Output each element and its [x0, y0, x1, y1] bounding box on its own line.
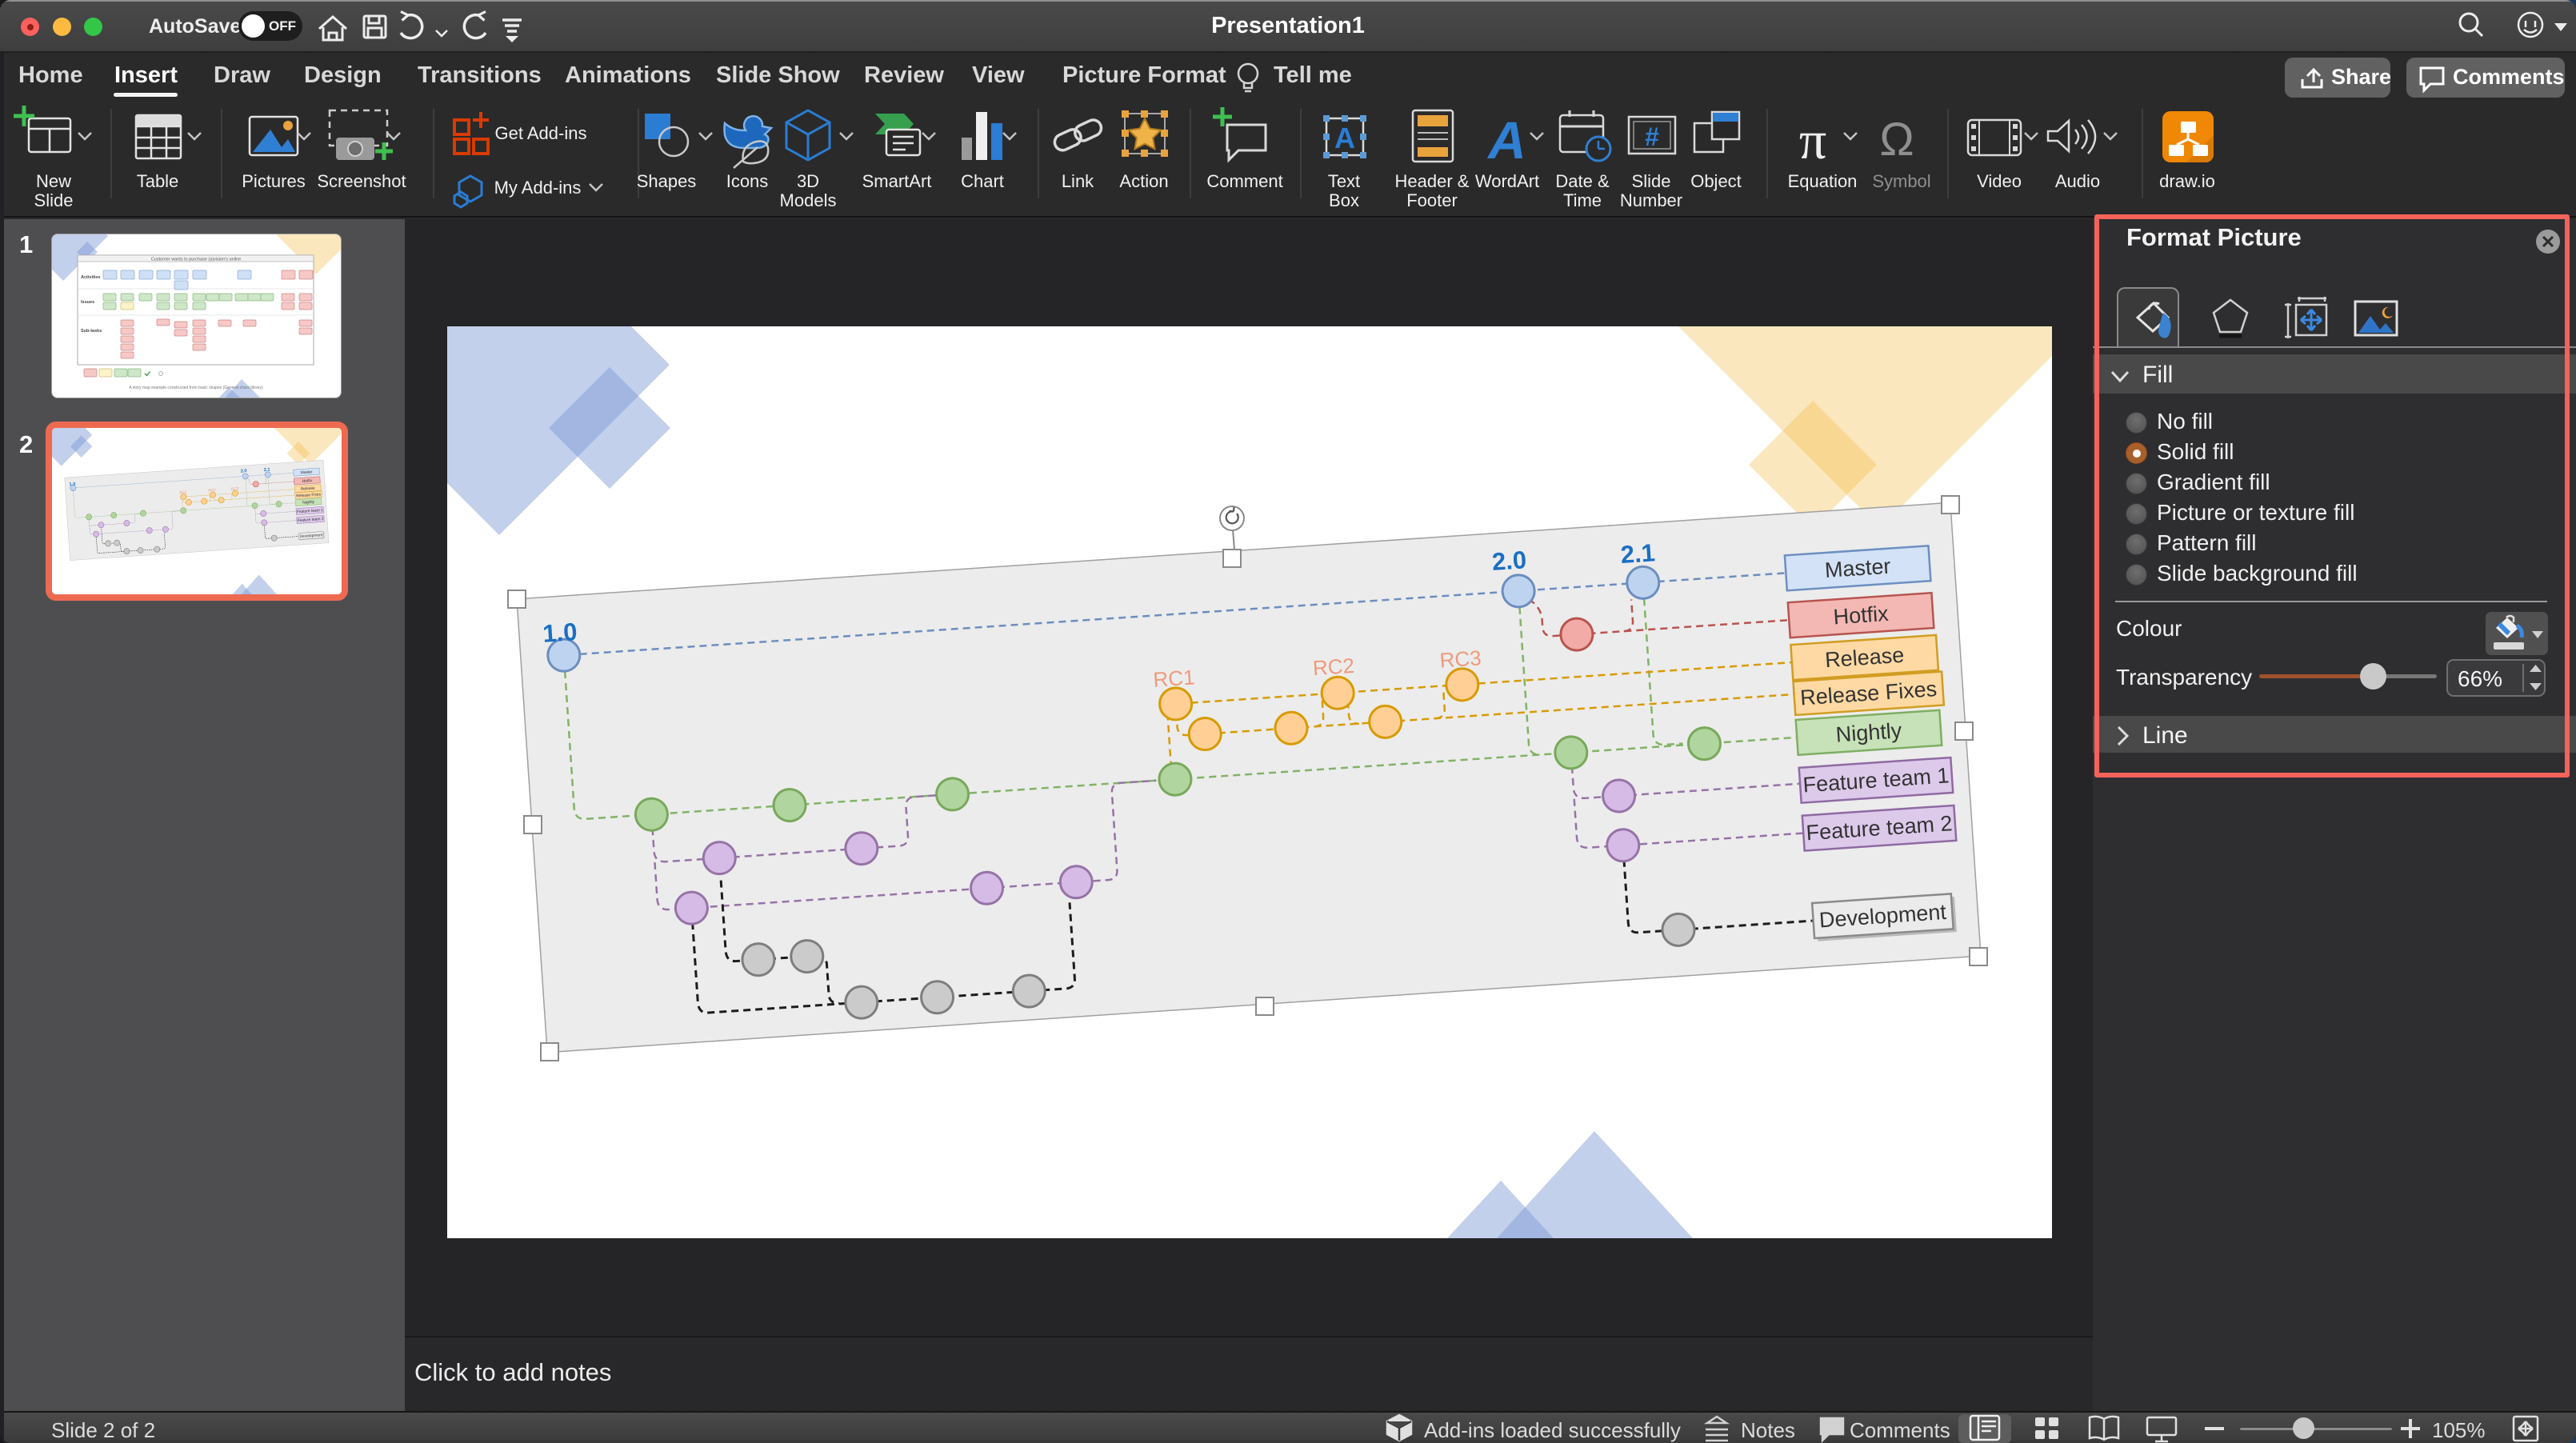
svg-text:Nightly: Nightly [1835, 718, 1903, 747]
svg-text:π: π [1799, 110, 1826, 170]
svg-text:RC2: RC2 [1312, 654, 1355, 680]
svg-text:A: A [1334, 122, 1355, 154]
svg-text:A story map example constructe: A story map example constructed from bas… [129, 386, 263, 390]
svg-text:A: A [1486, 110, 1526, 170]
svg-text:Sub-tasks: Sub-tasks [81, 329, 102, 334]
svg-text:Ω: Ω [1879, 114, 1914, 166]
svg-text:2.1: 2.1 [1620, 538, 1656, 569]
svg-text:#: # [1645, 122, 1659, 151]
svg-text:Master: Master [1824, 554, 1891, 582]
svg-text:RC3: RC3 [1439, 646, 1482, 672]
svg-text:Hotfix: Hotfix [1833, 602, 1890, 630]
svg-text:Customer wants to purchase (a): Customer wants to purchase (a)vision's o… [151, 258, 241, 262]
svg-text:RC1: RC1 [1153, 665, 1196, 691]
svg-text:1.0: 1.0 [542, 618, 578, 648]
svg-text:Activities: Activities [81, 275, 100, 280]
svg-text:2.0: 2.0 [1491, 546, 1527, 576]
svg-text:Issues: Issues [81, 300, 94, 305]
